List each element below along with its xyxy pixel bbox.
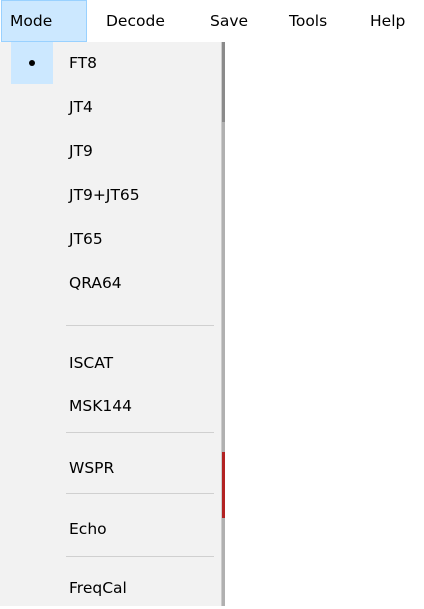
mode-menu: FT8 JT4 JT9 JT9+JT65 JT65 QRA64 ISCAT MS… — [0, 42, 222, 606]
menubar: Mode Decode Save Tools Help — [0, 0, 424, 42]
menu-item-label: WSPR — [69, 459, 115, 477]
menu-item-label: JT65 — [69, 230, 103, 248]
menu-save[interactable]: Save — [200, 0, 270, 42]
menu-item-jt9-jt65[interactable]: JT9+JT65 — [0, 174, 221, 216]
menu-item-label: Echo — [69, 520, 107, 538]
menu-item-label: JT9 — [69, 142, 93, 160]
background-panel-edge — [222, 452, 225, 518]
menu-decode[interactable]: Decode — [96, 0, 188, 42]
menu-separator — [66, 325, 214, 326]
radio-bullet-icon — [29, 60, 35, 66]
background-panel-edge — [222, 122, 225, 452]
menu-save-label: Save — [210, 12, 249, 30]
menu-item-iscat[interactable]: ISCAT — [0, 342, 221, 384]
menu-item-msk144[interactable]: MSK144 — [0, 385, 221, 427]
menu-item-qra64[interactable]: QRA64 — [0, 262, 221, 304]
menu-item-jt65[interactable]: JT65 — [0, 218, 221, 260]
menu-mode[interactable]: Mode — [1, 0, 87, 42]
background-panel-edge — [222, 518, 225, 606]
menu-item-label: QRA64 — [69, 274, 122, 292]
menu-separator — [66, 493, 214, 494]
menu-decode-label: Decode — [106, 12, 165, 30]
menu-item-ft8[interactable]: FT8 — [0, 42, 221, 84]
menu-help-label: Help — [370, 12, 406, 30]
menu-item-jt4[interactable]: JT4 — [0, 86, 221, 128]
menu-item-echo[interactable]: Echo — [0, 508, 221, 550]
menu-item-label: JT4 — [69, 98, 93, 116]
menu-help[interactable]: Help — [360, 0, 424, 42]
menu-item-label: JT9+JT65 — [69, 186, 140, 204]
background-panel-edge — [222, 42, 225, 122]
menu-item-label: MSK144 — [69, 397, 132, 415]
menu-mode-label: Mode — [10, 12, 53, 30]
menu-separator — [66, 432, 214, 433]
menu-item-label: ISCAT — [69, 354, 114, 372]
selection-indicator — [11, 42, 53, 84]
menu-separator — [66, 556, 214, 557]
menu-item-jt9[interactable]: JT9 — [0, 130, 221, 172]
menu-tools-label: Tools — [289, 12, 328, 30]
menu-item-label: FreqCal — [69, 579, 127, 597]
menu-item-label: FT8 — [69, 54, 97, 72]
menu-tools[interactable]: Tools — [279, 0, 351, 42]
menu-item-wspr[interactable]: WSPR — [0, 447, 221, 489]
menu-item-freqcal[interactable]: FreqCal — [0, 567, 221, 609]
